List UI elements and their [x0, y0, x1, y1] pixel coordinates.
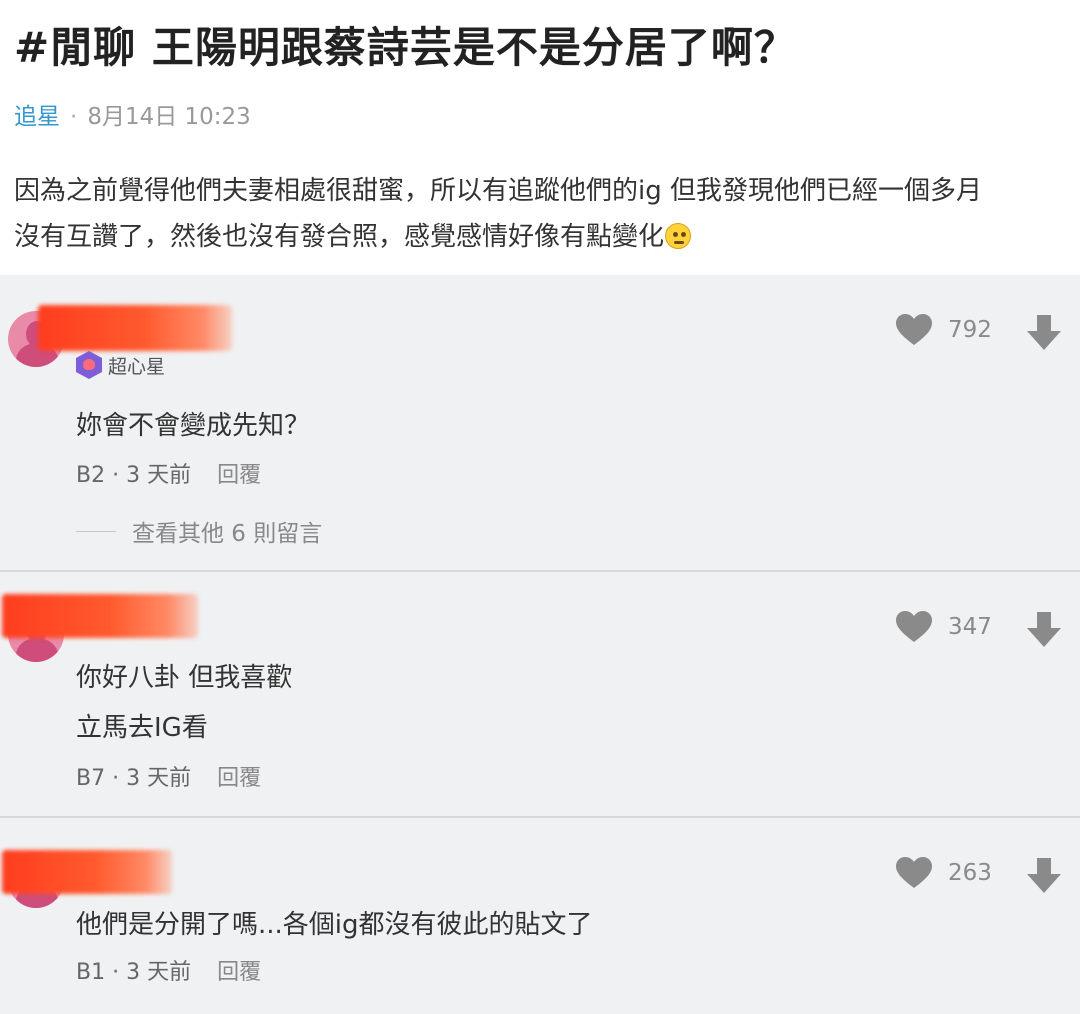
arrow-down-icon[interactable]	[1026, 612, 1062, 648]
like-count: 263	[948, 860, 992, 886]
like-count: 792	[948, 317, 992, 343]
comment-item: 你好八卦 但我喜歡 立馬去IG看 B7 · 3 天前 回覆 347	[0, 572, 1080, 818]
like-count: 347	[948, 614, 992, 640]
comment-text: 他們是分開了嗎...各個ig都沒有彼此的貼文了	[76, 910, 593, 940]
comment-time: 3 天前	[126, 463, 192, 488]
comment-time: 3 天前	[126, 960, 192, 985]
redacted-username	[2, 850, 172, 894]
meta-separator: ·	[70, 104, 78, 130]
post-header: #閒聊 王陽明跟蔡詩芸是不是分居了啊？ 追星 · 8月14日 10:23 因為之前覺…	[0, 0, 1080, 275]
reply-button[interactable]: 回覆	[217, 960, 261, 985]
post-time: 8月14日 10:23	[87, 104, 251, 130]
post-body-line: 沒有互讚了，然後也沒有發合照，感覺感情好像有點變化	[14, 214, 1074, 260]
more-replies-link[interactable]: 查看其他 6 則留言	[76, 514, 322, 548]
arrow-down-icon[interactable]	[1026, 858, 1062, 894]
user-badge: 超心星	[76, 351, 165, 379]
forum-link[interactable]: 追星	[14, 104, 60, 130]
reply-button[interactable]: 回覆	[217, 463, 261, 488]
meta-separator: ·	[105, 766, 127, 791]
reply-button[interactable]: 回覆	[217, 766, 261, 791]
post-body: 因為之前覺得他們夫妻相處很甜蜜，所以有追蹤他們的ig 但我發現他們已經一個多月 …	[14, 168, 1074, 260]
comment-list: 超心星 妳會不會變成先知？ B2 · 3 天前 回覆 查看其他 6 則留言 792…	[0, 275, 1080, 1014]
face-with-monocle-emoji-icon	[665, 223, 692, 249]
comment-meta: B2 · 3 天前 回覆	[76, 457, 261, 489]
more-replies-label: 查看其他 6 則留言	[132, 521, 323, 547]
heart-badge-icon	[76, 351, 102, 379]
redacted-username	[2, 594, 198, 638]
redacted-username	[38, 305, 232, 351]
comment-time: 3 天前	[126, 766, 192, 791]
meta-separator: ·	[105, 463, 127, 488]
post-title: #閒聊 王陽明跟蔡詩芸是不是分居了啊？	[14, 23, 797, 72]
badge-label: 超心星	[108, 355, 166, 378]
arrow-down-icon[interactable]	[1026, 315, 1062, 351]
post-body-line: 因為之前覺得他們夫妻相處很甜蜜，所以有追蹤他們的ig 但我發現他們已經一個多月	[14, 176, 982, 206]
comment-text: 妳會不會變成先知？	[76, 411, 311, 441]
like-group[interactable]: 263	[896, 857, 992, 889]
heart-icon[interactable]	[896, 314, 932, 346]
heart-icon[interactable]	[896, 611, 932, 643]
meta-separator: ·	[105, 960, 127, 985]
divider-line	[76, 530, 116, 532]
like-group[interactable]: 792	[896, 314, 992, 346]
comment-meta: B1 · 3 天前 回覆	[76, 954, 261, 986]
like-group[interactable]: 347	[896, 611, 992, 643]
floor-number: B7	[76, 766, 106, 791]
comment-text: 立馬去IG看	[76, 713, 208, 743]
comment-meta: B7 · 3 天前 回覆	[76, 760, 261, 792]
heart-icon[interactable]	[896, 857, 932, 889]
comment-item: 他們是分開了嗎...各個ig都沒有彼此的貼文了 B1 · 3 天前 回覆 263	[0, 818, 1080, 1014]
floor-number: B1	[76, 960, 106, 985]
floor-number: B2	[76, 463, 106, 488]
comment-text: 你好八卦 但我喜歡	[76, 663, 293, 693]
comment-item: 超心星 妳會不會變成先知？ B2 · 3 天前 回覆 查看其他 6 則留言 792	[0, 275, 1080, 571]
post-body-text: 沒有互讚了，然後也沒有發合照，感覺感情好像有點變化	[14, 222, 665, 252]
post-meta: 追星 · 8月14日 10:23	[14, 97, 251, 131]
